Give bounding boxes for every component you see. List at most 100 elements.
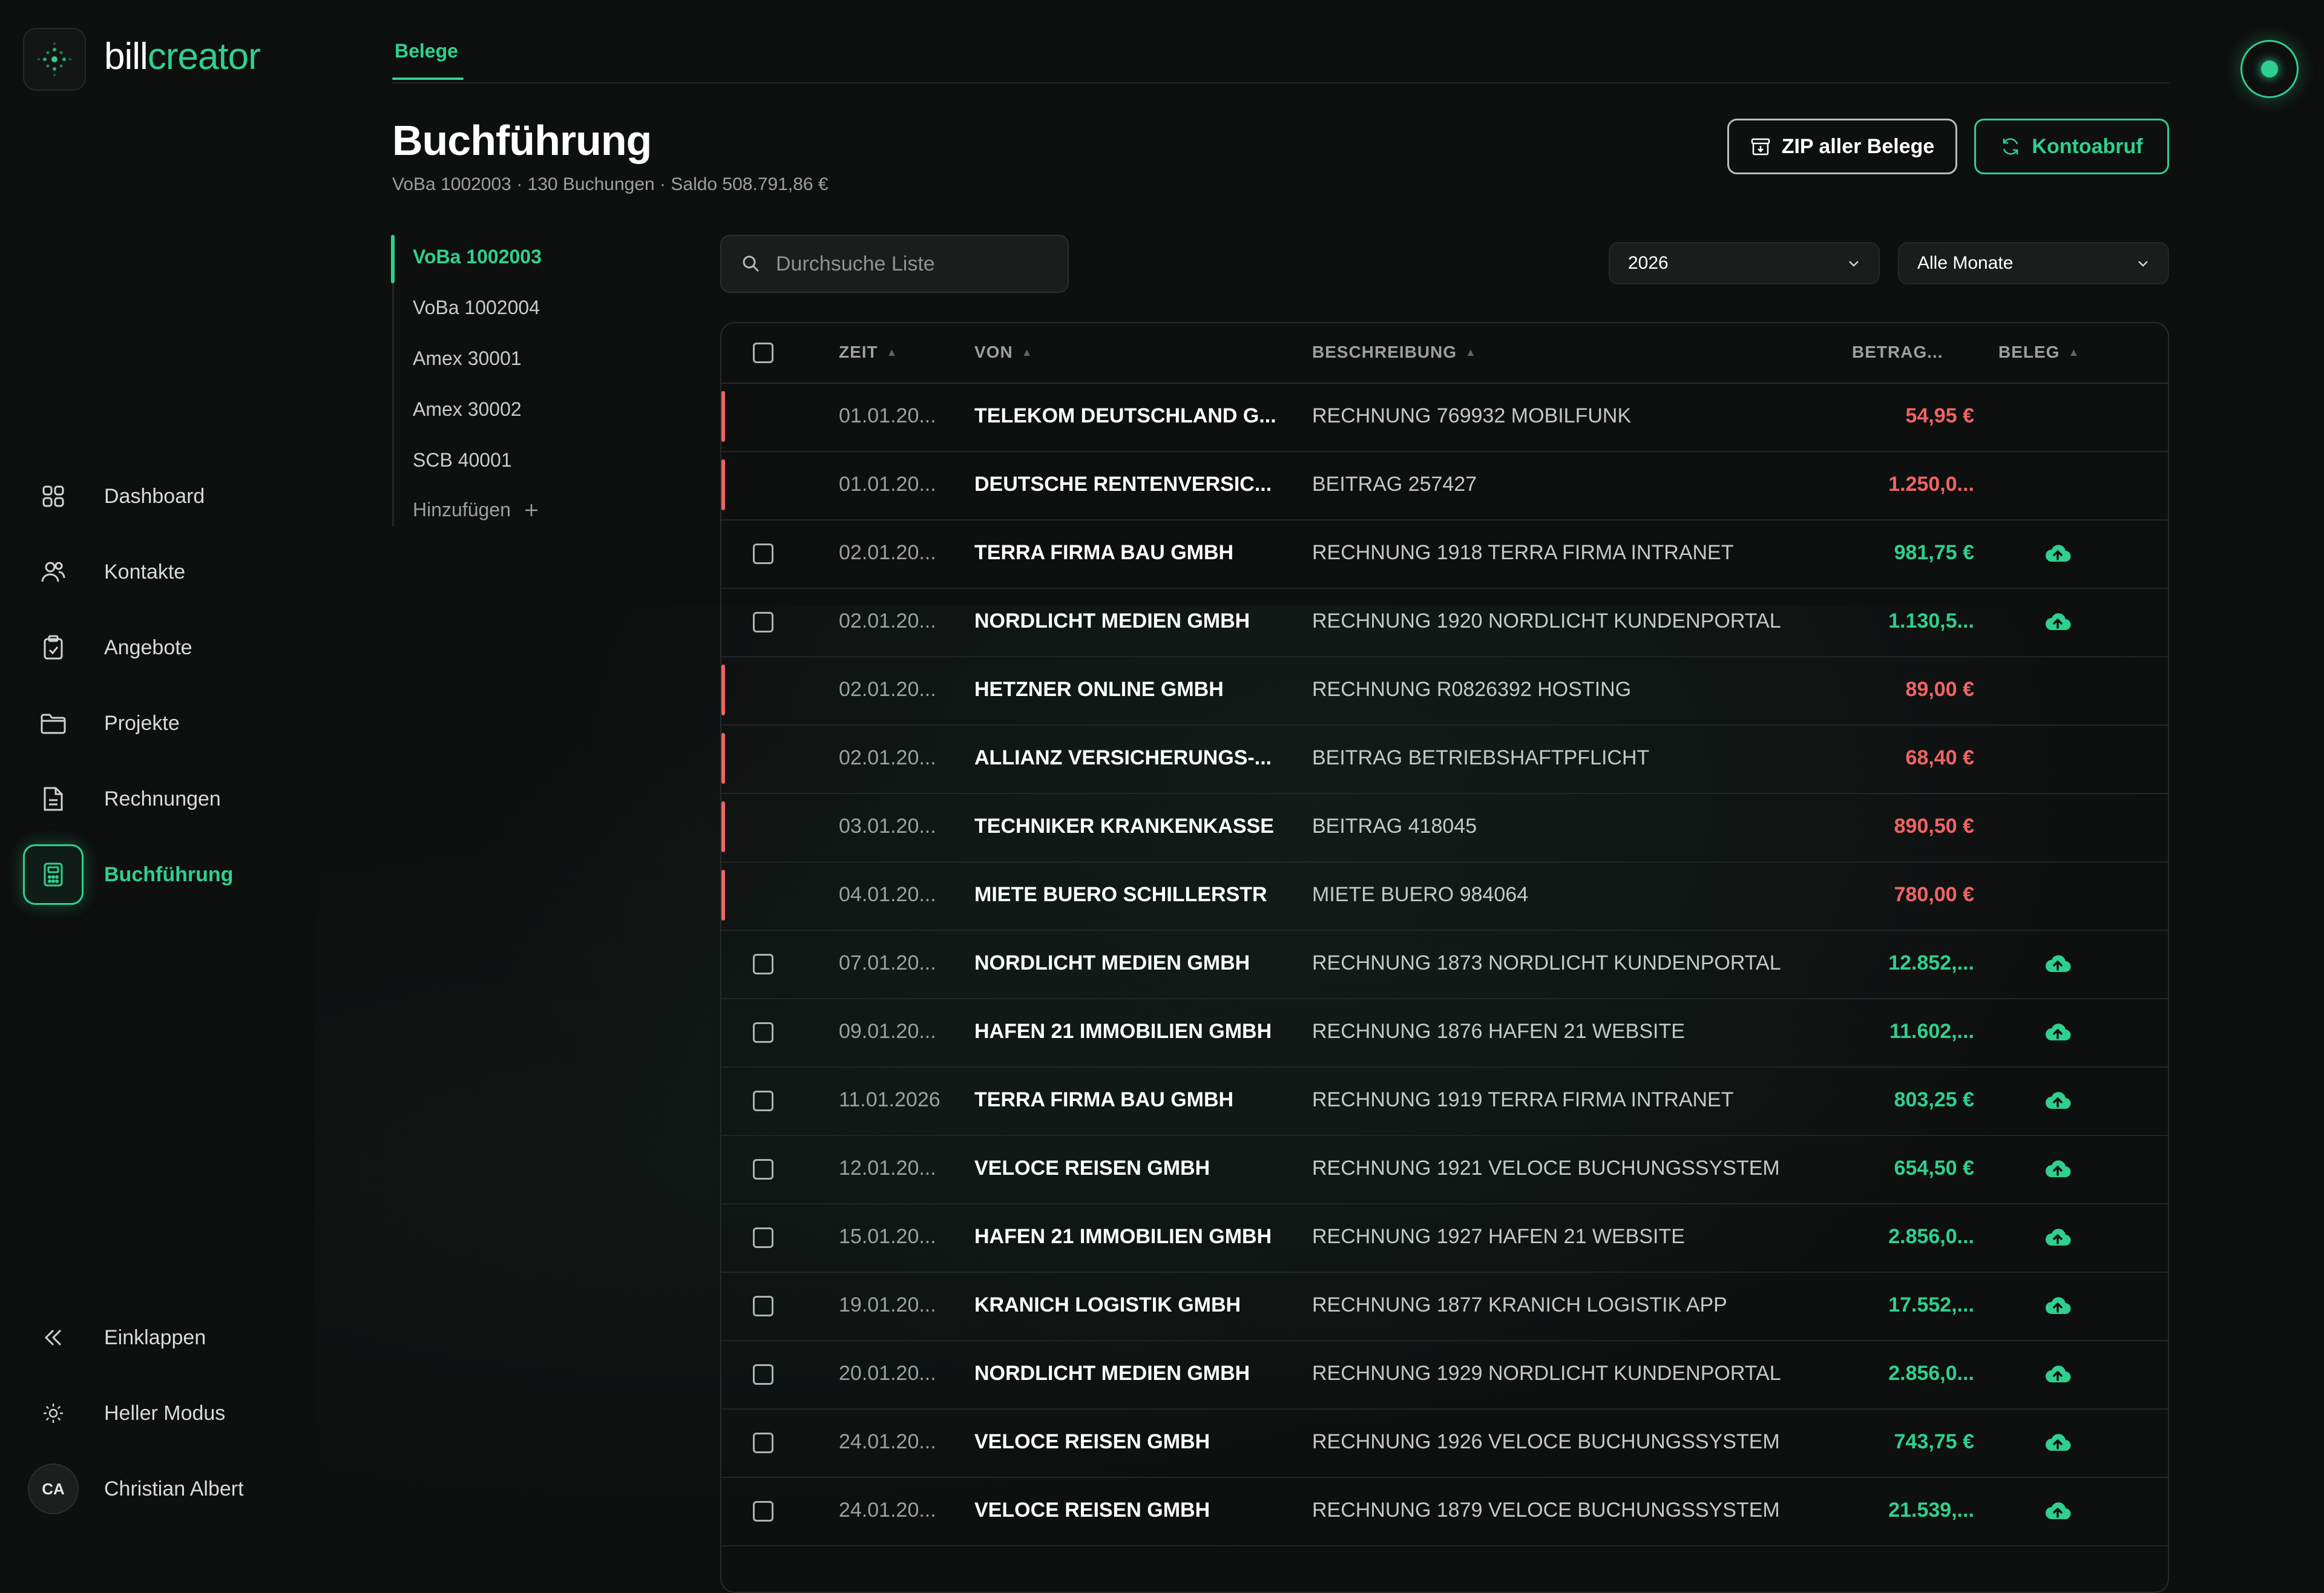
table-row[interactable]: 02.01.20... TERRA FIRMA BAU GMBH RECHNUNG … — [721, 519, 2168, 589]
column-header-zeit[interactable]: ZEIT ▲ — [839, 343, 898, 362]
cloud-upload-icon[interactable] — [2043, 1224, 2072, 1250]
cell-beschreibung: RECHNUNG 1879 VELOCE BUCHUNGSSYSTEM — [1312, 1499, 1780, 1522]
row-checkbox[interactable] — [753, 1022, 773, 1043]
row-checkbox[interactable] — [753, 1433, 773, 1453]
user-profile[interactable]: CA Christian Albert — [23, 1459, 338, 1519]
table-row[interactable]: 01.01.20... TELEKOM DEUTSCHLAND G... RECHN… — [721, 383, 2168, 452]
cloud-upload-icon[interactable] — [2043, 1429, 2072, 1456]
table-row[interactable]: 24.01.20... VELOCE REISEN GMBH RECHNUNG 18… — [721, 1477, 2168, 1546]
row-checkbox[interactable] — [753, 544, 773, 564]
cell-zeit: 24.01.20... — [839, 1430, 936, 1453]
cell-von: DEUTSCHE RENTENVERSIC... — [974, 473, 1272, 496]
nav-label-angebote: Angebote — [104, 636, 192, 659]
table-row[interactable]: 11.01.2026 TERRA FIRMA BAU GMBH RECHNUNG 1… — [721, 1066, 2168, 1136]
user-name: Christian Albert — [104, 1477, 244, 1500]
row-checkbox[interactable] — [753, 612, 773, 632]
cloud-upload-icon[interactable] — [2043, 1019, 2072, 1045]
row-checkbox[interactable] — [753, 1091, 773, 1111]
row-checkbox[interactable] — [753, 954, 773, 974]
account-item[interactable]: VoBa 1002004 — [413, 297, 540, 319]
cell-zeit: 19.01.20... — [839, 1293, 936, 1316]
cell-betrag: 890,50 € — [1894, 815, 1974, 838]
cell-beschreibung: RECHNUNG 1927 HAFEN 21 WEBSITE — [1312, 1225, 1685, 1248]
cell-beschreibung: RECHNUNG R0826392 HOSTING — [1312, 678, 1632, 701]
cloud-upload-icon[interactable] — [2043, 1292, 2072, 1319]
nav-item-projekte[interactable]: Projekte — [23, 693, 338, 754]
cloud-upload-icon[interactable] — [2043, 1087, 2072, 1114]
table-row[interactable]: 20.01.20... NORDLICHT MEDIEN GMBH RECHNUNG… — [721, 1340, 2168, 1410]
column-header-beschreibung[interactable]: BESCHREIBUNG ▲ — [1312, 343, 1477, 362]
table-row[interactable]: 07.01.20... NORDLICHT MEDIEN GMBH RECHNUNG… — [721, 930, 2168, 999]
table-row[interactable]: 19.01.20... KRANICH LOGISTIK GMBH RECHNUNG… — [721, 1272, 2168, 1341]
cell-beschreibung: RECHNUNG 1873 NORDLICHT KUNDENPORTAL — [1312, 951, 1781, 974]
nav-label-buchfuehrung: Buchführung — [104, 862, 234, 886]
cell-beschreibung: RECHNUNG 1918 TERRA FIRMA INTRANET — [1312, 541, 1734, 564]
search-input[interactable] — [775, 251, 1055, 277]
row-checkbox[interactable] — [753, 1364, 773, 1385]
account-item[interactable]: VoBa 1002003 — [413, 246, 542, 268]
nav-item-kontakte[interactable]: Kontakte — [23, 542, 338, 602]
cloud-upload-icon[interactable] — [2043, 1155, 2072, 1182]
month-select[interactable]: Alle Monate — [1898, 242, 2169, 284]
column-header-beleg[interactable]: BELEG ▲ — [1998, 343, 2079, 362]
column-header-von[interactable]: VON ▲ — [974, 343, 1033, 362]
account-item[interactable]: Amex 30002 — [413, 398, 522, 421]
table-row[interactable]: 03.01.20... TECHNIKER KRANKENKASSE BEITRAG… — [721, 793, 2168, 862]
table-row[interactable]: 02.01.20... HETZNER ONLINE GMBH RECHNUNG R… — [721, 656, 2168, 726]
zip-all-receipts-button[interactable]: ZIP aller Belege — [1727, 119, 1957, 174]
cell-betrag: 21.539,... — [1888, 1499, 1974, 1522]
table-row[interactable]: 04.01.20... MIETE BUERO SCHILLERSTR MIETE … — [721, 861, 2168, 931]
cell-betrag: 89,00 € — [1905, 678, 1974, 701]
cloud-upload-icon[interactable] — [2043, 608, 2072, 635]
cell-beschreibung: RECHNUNG 769932 MOBILFUNK — [1312, 404, 1632, 427]
row-checkbox[interactable] — [753, 1159, 773, 1180]
cloud-upload-icon[interactable] — [2043, 540, 2072, 567]
nav-item-dashboard[interactable]: Dashboard — [23, 466, 338, 527]
cloud-upload-icon[interactable] — [2043, 1361, 2072, 1387]
table-row[interactable]: 15.01.20... HAFEN 21 IMMOBILIEN GMBH RECHN… — [721, 1203, 2168, 1273]
nav-item-angebote[interactable]: Angebote — [23, 617, 338, 678]
collapse-sidebar-button[interactable]: Einklappen — [23, 1307, 338, 1368]
table-row[interactable]: 24.01.20... VELOCE REISEN GMBH RECHNUNG 19… — [721, 1408, 2168, 1478]
cell-zeit: 02.01.20... — [839, 678, 936, 701]
grid-icon — [23, 466, 84, 527]
light-mode-toggle[interactable]: Heller Modus — [23, 1383, 338, 1444]
select-all-checkbox[interactable] — [753, 343, 773, 363]
cell-beschreibung: BEITRAG 418045 — [1312, 815, 1477, 838]
year-select[interactable]: 2026 — [1609, 242, 1880, 284]
year-select-value: 2026 — [1628, 253, 1669, 273]
cell-betrag: 2.856,0... — [1888, 1225, 1974, 1248]
cell-von: ALLIANZ VERSICHERUNGS-... — [974, 746, 1272, 769]
light-mode-label: Heller Modus — [104, 1401, 226, 1425]
account-item[interactable]: Amex 30001 — [413, 347, 522, 370]
cell-beschreibung: RECHNUNG 1877 KRANICH LOGISTIK APP — [1312, 1293, 1727, 1316]
tab-belege[interactable]: Belege — [395, 40, 458, 62]
account-item[interactable]: SCB 40001 — [413, 449, 512, 471]
row-checkbox[interactable] — [753, 1296, 773, 1316]
account-fetch-button[interactable]: Kontoabruf — [1974, 119, 2169, 174]
status-indicator[interactable] — [2240, 40, 2299, 98]
expense-indicator — [721, 391, 725, 442]
tab-active-indicator — [392, 77, 464, 80]
sidebar: billcreator Dashboard Kontakte Angebote — [0, 0, 363, 1549]
add-account-button[interactable]: Hinzufügen — [413, 499, 540, 521]
table-row[interactable]: 09.01.20... HAFEN 21 IMMOBILIEN GMBH RECHN… — [721, 998, 2168, 1068]
column-header-label: BELEG — [1998, 343, 2060, 361]
table-row[interactable]: 12.01.20... VELOCE REISEN GMBH RECHNUNG 19… — [721, 1135, 2168, 1204]
table-row[interactable]: 02.01.20... NORDLICHT MEDIEN GMBH RECHNUNG… — [721, 588, 2168, 657]
table-row[interactable]: 02.01.20... ALLIANZ VERSICHERUNGS-... BEIT… — [721, 724, 2168, 794]
row-checkbox[interactable] — [753, 1227, 773, 1248]
cell-betrag: 1.250,0... — [1888, 473, 1974, 496]
cloud-upload-icon[interactable] — [2043, 1497, 2072, 1524]
row-checkbox[interactable] — [753, 1501, 773, 1522]
nav-item-rechnungen[interactable]: Rechnungen — [23, 769, 338, 829]
cloud-upload-icon[interactable] — [2043, 950, 2072, 977]
expense-indicator — [721, 733, 725, 784]
table-row[interactable]: 01.01.20... DEUTSCHE RENTENVERSIC... BEITR… — [721, 451, 2168, 521]
cell-von: HAFEN 21 IMMOBILIEN GMBH — [974, 1225, 1272, 1248]
column-header-betrag[interactable]: BETRAG... — [1852, 343, 1943, 362]
nav-item-buchfuehrung[interactable]: Buchführung — [23, 844, 338, 905]
cell-von: VELOCE REISEN GMBH — [974, 1499, 1210, 1522]
expense-indicator — [721, 459, 725, 510]
cell-von: VELOCE REISEN GMBH — [974, 1430, 1210, 1453]
